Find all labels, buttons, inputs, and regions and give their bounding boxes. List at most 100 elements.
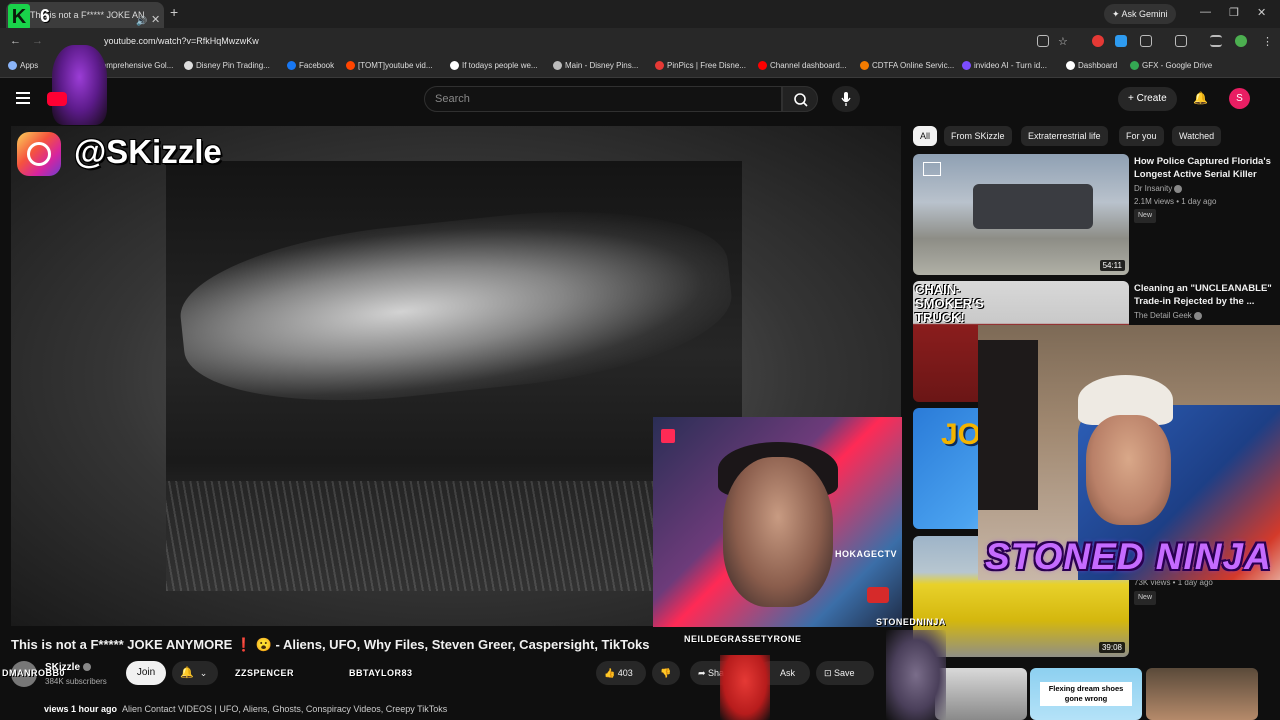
filter-chip[interactable]: All — [913, 126, 938, 146]
more-menu-icon[interactable]: ⋮ — [1262, 35, 1273, 48]
close-icon[interactable]: ✕ — [151, 7, 160, 28]
bookmark-favicon-icon — [860, 61, 869, 70]
bookmark-favicon-icon — [962, 61, 971, 70]
create-button[interactable]: + Create — [1118, 87, 1177, 111]
cast-icon[interactable] — [1037, 35, 1049, 47]
profile-icon[interactable] — [1235, 35, 1247, 47]
forward-icon[interactable]: → — [32, 35, 43, 47]
speaker-icon[interactable]: 🔊 — [136, 8, 147, 28]
verified-icon — [82, 663, 91, 672]
sprite-overlay — [720, 655, 770, 720]
bookmark-label: [TOMT]youtube vid... — [358, 61, 433, 70]
bookmark-item[interactable]: invideo AI - Turn id... — [962, 61, 1047, 70]
ask-gemini-button[interactable]: ✦ Ask Gemini — [1104, 4, 1176, 24]
cam2-clothing — [978, 340, 1038, 510]
save-button[interactable]: ⊡ Save — [816, 661, 874, 685]
search-button[interactable] — [782, 86, 818, 112]
filter-chip[interactable]: Watched — [1172, 126, 1222, 146]
bookmark-item[interactable]: Facebook — [287, 61, 334, 70]
view-count-time: views 1 hour ago — [44, 704, 118, 714]
description-snippet[interactable]: Alien Contact VIDEOS | UFO, Aliens, Ghos… — [122, 704, 447, 714]
thumb-text: CHAIN-SMOKER'S TRUCK! — [915, 282, 984, 325]
bookmark-star-icon[interactable]: ☆ — [1058, 35, 1068, 48]
short-thumbnail[interactable] — [935, 668, 1027, 720]
notifications-bell-icon[interactable]: 🔔 — [1193, 91, 1208, 105]
search-icon — [794, 93, 808, 107]
account-avatar[interactable]: S — [1229, 88, 1250, 109]
menu-icon[interactable] — [16, 92, 30, 104]
subscribe-bell-button[interactable]: 🔔 ⌄ — [172, 661, 218, 685]
cam2-face — [1086, 415, 1171, 525]
restore-icon[interactable]: ❐ — [1229, 6, 1239, 19]
bookmark-label: Dashboard — [1078, 61, 1118, 70]
extension-icon[interactable] — [1115, 35, 1127, 47]
short-thumbnail[interactable]: Flexing dream shoes gone wrong — [1030, 668, 1142, 720]
youtube-logo[interactable] — [47, 92, 67, 106]
bookmark-favicon-icon — [1066, 61, 1075, 70]
verified-icon — [1174, 184, 1183, 193]
rec-icon — [923, 162, 941, 176]
bookmark-label: Comprehensive Gol... — [96, 61, 174, 70]
sidepanel-icon[interactable] — [1175, 35, 1187, 47]
suv-shape — [973, 184, 1093, 229]
extensions-puzzle-icon[interactable] — [1140, 35, 1152, 47]
short-thumbnail[interactable] — [1146, 668, 1258, 720]
instagram-icon — [17, 132, 61, 176]
cam1-tag: HOKAGECTV — [835, 549, 898, 559]
share-icon: ➦ — [698, 668, 709, 678]
filter-chip[interactable]: For you — [1119, 126, 1164, 146]
filter-chip[interactable]: From SKizzle — [944, 126, 1012, 146]
filter-chip[interactable]: Extraterrestrial life — [1021, 126, 1108, 146]
recommendation-title[interactable]: Cleaning an "UNCLEANABLE" Trade-in Rejec… — [1134, 282, 1274, 308]
plus-icon: + — [1128, 93, 1137, 104]
thumbs-up-icon: 👍 — [604, 668, 618, 678]
like-button[interactable]: 👍 403 — [596, 661, 646, 685]
bookmark-item[interactable]: PinPics | Free Disne... — [655, 61, 746, 70]
voice-search-button[interactable] — [832, 86, 860, 112]
new-badge: New — [1134, 209, 1157, 223]
bookmark-item[interactable]: Main - Disney Pins... — [553, 61, 638, 70]
extension-icon[interactable] — [1092, 35, 1104, 47]
recommendation-thumbnail[interactable]: 54:11 — [913, 154, 1129, 275]
recommendation-channel[interactable]: Dr Insanity — [1134, 183, 1183, 195]
bookmark-favicon-icon — [758, 61, 767, 70]
bookmark-favicon-icon — [1130, 61, 1139, 70]
bookmark-item[interactable]: [TOMT]youtube vid... — [346, 61, 433, 70]
dislike-button[interactable]: 👎 — [652, 661, 680, 685]
recommendation-channel[interactable]: The Detail Geek — [1134, 310, 1203, 322]
back-icon[interactable]: ← — [10, 35, 21, 47]
bookmark-item[interactable]: CDTFA Online Servic... — [860, 61, 954, 70]
bookmark-favicon-icon — [553, 61, 562, 70]
subscriber-count: 384K subscribers — [45, 677, 107, 686]
bookmark-item[interactable]: Disney Pin Trading... — [184, 61, 270, 70]
bookmark-label: Channel dashboard... — [770, 61, 847, 70]
bookmark-item[interactable]: Apps — [8, 61, 38, 70]
close-window-icon[interactable]: ✕ — [1257, 6, 1266, 19]
search-input[interactable]: Search — [424, 86, 782, 112]
chevron-down-icon: ⌄ — [199, 668, 208, 678]
bookmark-favicon-icon — [450, 61, 459, 70]
new-tab-icon[interactable]: + — [170, 4, 178, 20]
viewer-tag: NEILDEGRASSETYRONE — [684, 634, 802, 644]
bookmark-label: If todays people we... — [462, 61, 538, 70]
bookmark-item[interactable]: Channel dashboard... — [758, 61, 847, 70]
mic-icon — [841, 92, 851, 106]
bookmark-label: Disney Pin Trading... — [196, 61, 270, 70]
mascot-overlay — [52, 45, 107, 125]
bookmark-label: Main - Disney Pins... — [565, 61, 639, 70]
tab-number: 6 — [40, 6, 51, 26]
cam1-face — [723, 457, 833, 607]
minimize-icon[interactable]: — — [1200, 6, 1211, 18]
bookmark-item[interactable]: Dashboard — [1066, 61, 1117, 70]
thumb-text: JO — [941, 418, 982, 451]
tab-search-icon[interactable] — [1210, 35, 1222, 47]
recommendation-title[interactable]: How Police Captured Florida's Longest Ac… — [1134, 155, 1274, 181]
join-button[interactable]: Join — [126, 661, 166, 685]
short-caption: Flexing dream shoes gone wrong — [1040, 682, 1132, 706]
bookmark-favicon-icon — [655, 61, 664, 70]
recommendation-meta: 2.1M views • 1 day ago — [1134, 197, 1217, 206]
bookmark-item[interactable]: GFX - Google Drive — [1130, 61, 1212, 70]
sparkle-icon: ✦ — [1112, 9, 1122, 19]
address-bar[interactable]: youtube.com/watch?v=RfkHqMwzwKw — [104, 36, 259, 46]
bookmark-item[interactable]: If todays people we... — [450, 61, 538, 70]
